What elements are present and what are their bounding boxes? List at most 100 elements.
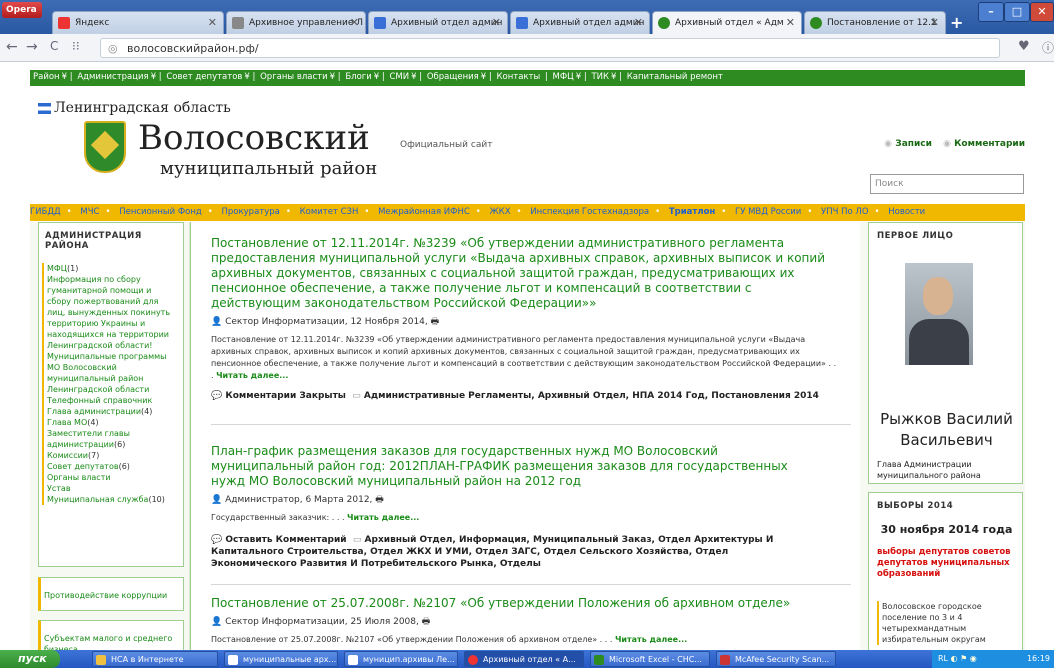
list-item[interactable]: Органы власти — [47, 472, 177, 483]
url-field[interactable]: ◎ волосовскийрайон.рф/ — [100, 38, 1000, 58]
nav-item[interactable]: МЧС — [80, 207, 99, 217]
site-subtitle: муниципальный район — [160, 158, 378, 179]
close-icon[interactable]: ✕ — [492, 16, 501, 29]
read-more-link[interactable]: Читать далее... — [347, 513, 419, 522]
nav-item[interactable]: Новости — [888, 207, 925, 217]
nav-item[interactable]: Блоги — [345, 72, 371, 82]
business-box[interactable]: Субъектам малого и среднего бизнеса — [38, 620, 184, 650]
nav-item[interactable]: Органы власти — [260, 72, 328, 82]
nav-item[interactable]: Контакты — [496, 72, 540, 82]
info-icon[interactable]: ⓘ — [1042, 39, 1054, 56]
tab-yandex[interactable]: Яндекс ✕ — [52, 11, 224, 34]
business-link[interactable]: Субъектам малого и среднего бизнеса — [41, 621, 183, 650]
comments-link[interactable]: Оставить Комментарий — [225, 535, 346, 545]
close-icon[interactable]: ✕ — [208, 16, 217, 29]
post-meta: 👤 Сектор Информатизации, 25 Июля 2008, 🖶 — [211, 617, 431, 627]
heart-icon[interactable]: ♥ — [1018, 39, 1030, 54]
tab-archive-dept-1[interactable]: Архивный отдел админ ✕ — [368, 11, 508, 34]
list-item[interactable]: Заместители главы администрации(6) — [47, 428, 177, 450]
nav-item[interactable]: Обращения — [427, 72, 479, 82]
new-tab-button[interactable]: + — [950, 13, 970, 32]
close-icon[interactable]: ✕ — [350, 16, 359, 29]
minimize-button[interactable]: – — [978, 2, 1004, 22]
tab-archive-dept-active[interactable]: Архивный отдел « Адм ✕ — [652, 11, 802, 34]
site-title[interactable]: Волосовский — [138, 118, 370, 158]
post-title[interactable]: Постановление от 12.11.2014г. №3239 «Об … — [211, 236, 831, 311]
tab-archive-management[interactable]: Архивное управление Л ✕ — [226, 11, 366, 34]
nav-item[interactable]: Прокуратура — [222, 207, 280, 217]
taskbar-item[interactable]: муниципальные арх... — [224, 651, 338, 667]
election-note[interactable]: Волосовское городское поселение по 3 и 4… — [877, 601, 1017, 645]
nav-item[interactable]: Межрайонная ИФНС — [378, 207, 470, 217]
nav-item[interactable]: ГИБДД — [30, 207, 61, 217]
taskbar-item[interactable]: Microsoft Excel - СНС... — [590, 651, 710, 667]
comments-link[interactable]: Комментарии Закрыты — [225, 391, 346, 401]
nav-item[interactable]: УПЧ По ЛО — [821, 207, 868, 217]
nav-item[interactable]: Пенсионный Фонд — [119, 207, 202, 217]
anticorruption-box[interactable]: Противодействие коррупции — [38, 577, 184, 611]
list-item[interactable]: Глава МО(4) — [47, 417, 177, 428]
nav-item[interactable]: Капитальный ремонт — [627, 72, 723, 82]
close-icon[interactable]: ✕ — [634, 16, 643, 29]
nav-item[interactable]: Инспекция Гостехнадзора — [530, 207, 649, 217]
taskbar-item[interactable]: McAfee Security Scan... — [716, 651, 836, 667]
read-more-link[interactable]: Читать далее... — [615, 635, 687, 644]
nav-item[interactable]: Триатлон — [669, 207, 715, 217]
speed-dial-icon[interactable]: ⁝⁝ — [72, 39, 80, 53]
nav-item[interactable]: Район — [33, 72, 60, 82]
back-icon[interactable]: ← — [6, 39, 18, 55]
print-icon[interactable]: 🖶 — [375, 495, 384, 505]
list-item[interactable]: Муниципальные программы МО Волосовский м… — [47, 351, 177, 395]
nav-item[interactable]: Совет депутатов — [166, 72, 242, 82]
anticorruption-link[interactable]: Противодействие коррупции — [41, 578, 183, 601]
admin-list: МФЦ(1) Информация по сбору гуманитарной … — [42, 263, 177, 505]
taskbar-item[interactable]: НСА в Интернете — [92, 651, 218, 667]
election-headline[interactable]: выборы депутатов советов депутатов муниц… — [877, 547, 1022, 580]
nav-item[interactable]: МФЦ — [553, 72, 574, 82]
divider — [211, 424, 851, 425]
coat-of-arms-logo[interactable] — [84, 121, 126, 173]
tab-archive-dept-2[interactable]: Архивный отдел админ ✕ — [510, 11, 650, 34]
list-item[interactable]: Устав — [47, 483, 177, 494]
forward-icon[interactable]: → — [26, 39, 38, 55]
opera-menu-button[interactable]: Opera — [2, 2, 42, 18]
print-icon[interactable]: 🖶 — [431, 317, 440, 327]
web-page: Район ¥ | Администрация ¥ | Совет депутато… — [0, 62, 1054, 650]
start-button[interactable]: пуск — [0, 650, 60, 668]
list-item[interactable]: Совет депутатов(6) — [47, 461, 177, 472]
nav-item[interactable]: Комитет СЗН — [300, 207, 359, 217]
tab-decree[interactable]: Постановление от 12.1 ✕ — [804, 11, 946, 34]
post-title[interactable]: План-график размещения заказов для госуд… — [211, 444, 821, 489]
taskbar-item[interactable]: муницип.архивы Ле... — [344, 651, 458, 667]
list-item[interactable]: МФЦ(1) — [47, 263, 177, 274]
nav-item[interactable]: СМИ — [389, 72, 409, 82]
list-item[interactable]: Муниципальная служба(10) — [47, 494, 177, 505]
posts-feed-link[interactable]: Записи — [895, 139, 932, 149]
post-title[interactable]: Постановление от 25.07.2008г. №2107 «Об … — [211, 596, 831, 611]
close-window-button[interactable]: ✕ — [1030, 2, 1054, 22]
list-item[interactable]: Информация по сбору гуманитарной помощи … — [47, 274, 177, 351]
list-item[interactable]: Телефонный справочник — [47, 395, 177, 406]
close-icon[interactable]: ✕ — [930, 16, 939, 29]
tray-icons[interactable]: ◐ ⚑ ◉ — [951, 654, 977, 663]
post-tags: 💬 Оставить Комментарий ▭ Архивный Отдел,… — [211, 534, 811, 570]
list-item[interactable]: Глава администрации(4) — [47, 406, 177, 417]
nav-item[interactable]: Администрация — [77, 72, 148, 82]
nav-item[interactable]: ГУ МВД России — [735, 207, 801, 217]
list-item[interactable]: Комиссии(7) — [47, 450, 177, 461]
close-icon[interactable]: ✕ — [786, 16, 795, 29]
maximize-button[interactable]: □ — [1004, 2, 1030, 22]
category-links[interactable]: Административные Регламенты, Архивный От… — [364, 391, 819, 401]
nav-item[interactable]: ЖКХ — [490, 207, 511, 217]
comments-feed-link[interactable]: Комментарии — [954, 139, 1025, 149]
search-input[interactable]: Поиск — [870, 174, 1024, 194]
person-photo[interactable] — [905, 263, 973, 365]
language-indicator[interactable]: RL — [938, 654, 948, 663]
print-icon[interactable]: 🖶 — [422, 617, 431, 627]
site-icon — [516, 17, 528, 29]
reload-icon[interactable]: C — [50, 39, 58, 53]
page-icon — [232, 17, 244, 29]
nav-item[interactable]: ТИК — [591, 72, 609, 82]
taskbar-item-active[interactable]: Архивный отдел « А... — [464, 651, 584, 667]
read-more-link[interactable]: Читать далее... — [216, 371, 288, 380]
